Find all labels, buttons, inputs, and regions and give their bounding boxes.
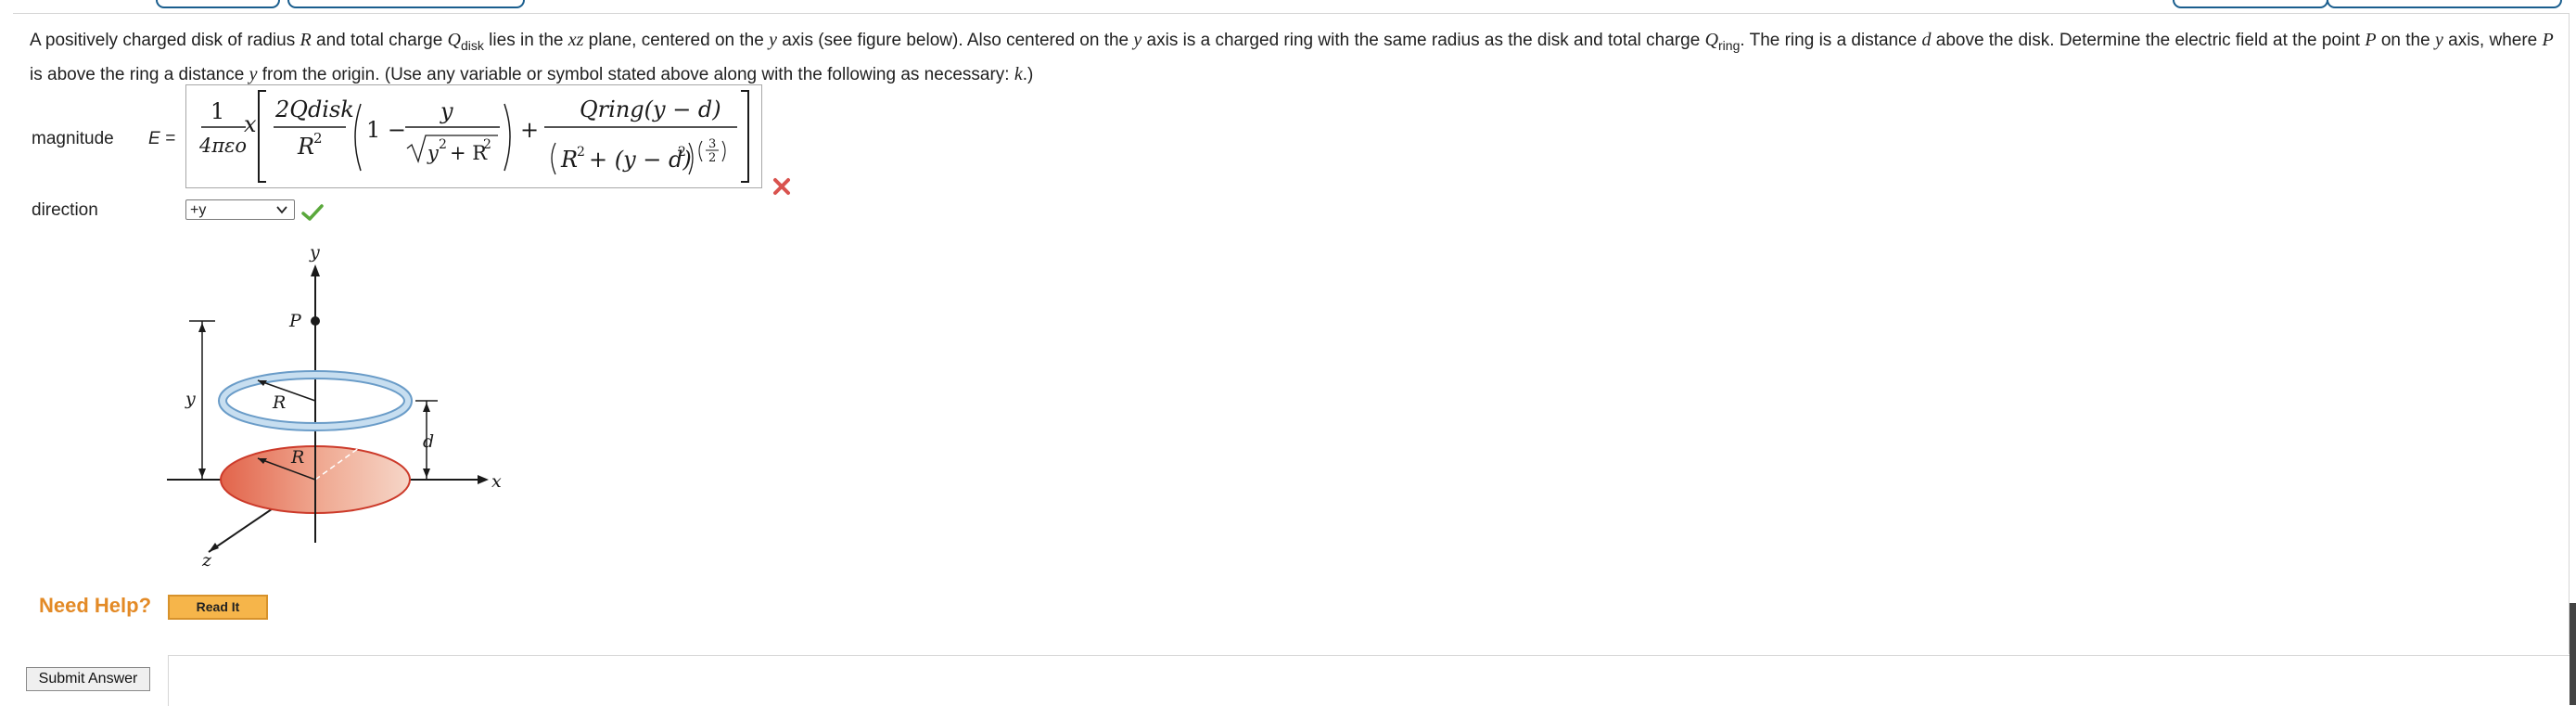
- answer-footer-panel: [168, 655, 2576, 706]
- read-it-button[interactable]: Read It: [168, 595, 268, 620]
- magnitude-answer-field[interactable]: 1 4πεo x 2Qdisk R 2 1 − y y 2 + R 2 + Qr…: [185, 84, 762, 188]
- expr-three: 3: [708, 137, 716, 151]
- x-axis-arrow-icon: [478, 475, 489, 484]
- z-axis-label: z: [201, 550, 212, 571]
- incorrect-x-icon: [772, 176, 792, 197]
- expr-one-minus: 1 −: [366, 117, 406, 143]
- direction-selected-value: +y: [190, 202, 207, 218]
- charged-disk-ring-figure: y x z P R R y d: [158, 241, 510, 575]
- expr-den-r: R: [560, 147, 578, 173]
- expr-4pi-eps: 4πεo: [198, 135, 247, 157]
- top-nav-button-3[interactable]: [2173, 0, 2328, 8]
- expr-x: x: [244, 111, 257, 137]
- direction-label: direction: [32, 200, 98, 220]
- y-axis-arrow-icon: [311, 264, 320, 276]
- scrollbar-thumb[interactable]: [2570, 603, 2576, 705]
- need-help-label: Need Help?: [39, 594, 152, 617]
- correct-check-icon: [300, 202, 325, 223]
- svg-text:2: 2: [483, 137, 491, 152]
- expr-qring: Qring(y − d): [580, 96, 721, 122]
- point-p-marker: [311, 316, 320, 326]
- top-nav-button-1[interactable]: [156, 0, 280, 8]
- equation-label: E =: [148, 129, 176, 148]
- expr-den-plus: + (y − d): [589, 147, 692, 173]
- y-distance-label: y: [185, 389, 196, 409]
- submit-answer-button[interactable]: Submit Answer: [26, 667, 150, 691]
- disk-radius-label: R: [290, 447, 304, 468]
- expr-r2: R: [297, 134, 314, 160]
- svg-text:2: 2: [577, 145, 585, 160]
- magnitude-label: magnitude: [32, 129, 114, 148]
- d-distance-label: d: [423, 431, 434, 452]
- ring-radius-label: R: [272, 392, 286, 413]
- expr-plus: +: [520, 117, 539, 143]
- expr-two: 2: [708, 151, 716, 165]
- expr-sq: 2: [313, 130, 323, 147]
- top-nav-button-4[interactable]: [2327, 0, 2562, 8]
- expr-y2r2: y: [427, 142, 440, 164]
- direction-select[interactable]: +y: [185, 199, 295, 220]
- point-p-label: P: [288, 311, 302, 331]
- x-axis-label: x: [491, 471, 502, 492]
- question-text: A positively charged disk of radius R an…: [30, 30, 2554, 84]
- chevron-down-icon: [276, 206, 287, 214]
- svg-text:2: 2: [678, 145, 686, 160]
- expr-one: 1: [210, 98, 224, 124]
- expr-2qdisk: 2Qdisk: [274, 96, 354, 122]
- y-axis-label: y: [309, 242, 320, 263]
- svg-text:2: 2: [439, 137, 447, 152]
- expr-y-num: y: [440, 98, 453, 124]
- magnitude-expression: 1 4πεo x 2Qdisk R 2 1 − y y 2 + R 2 + Qr…: [198, 90, 749, 183]
- top-nav-button-2[interactable]: [287, 0, 525, 8]
